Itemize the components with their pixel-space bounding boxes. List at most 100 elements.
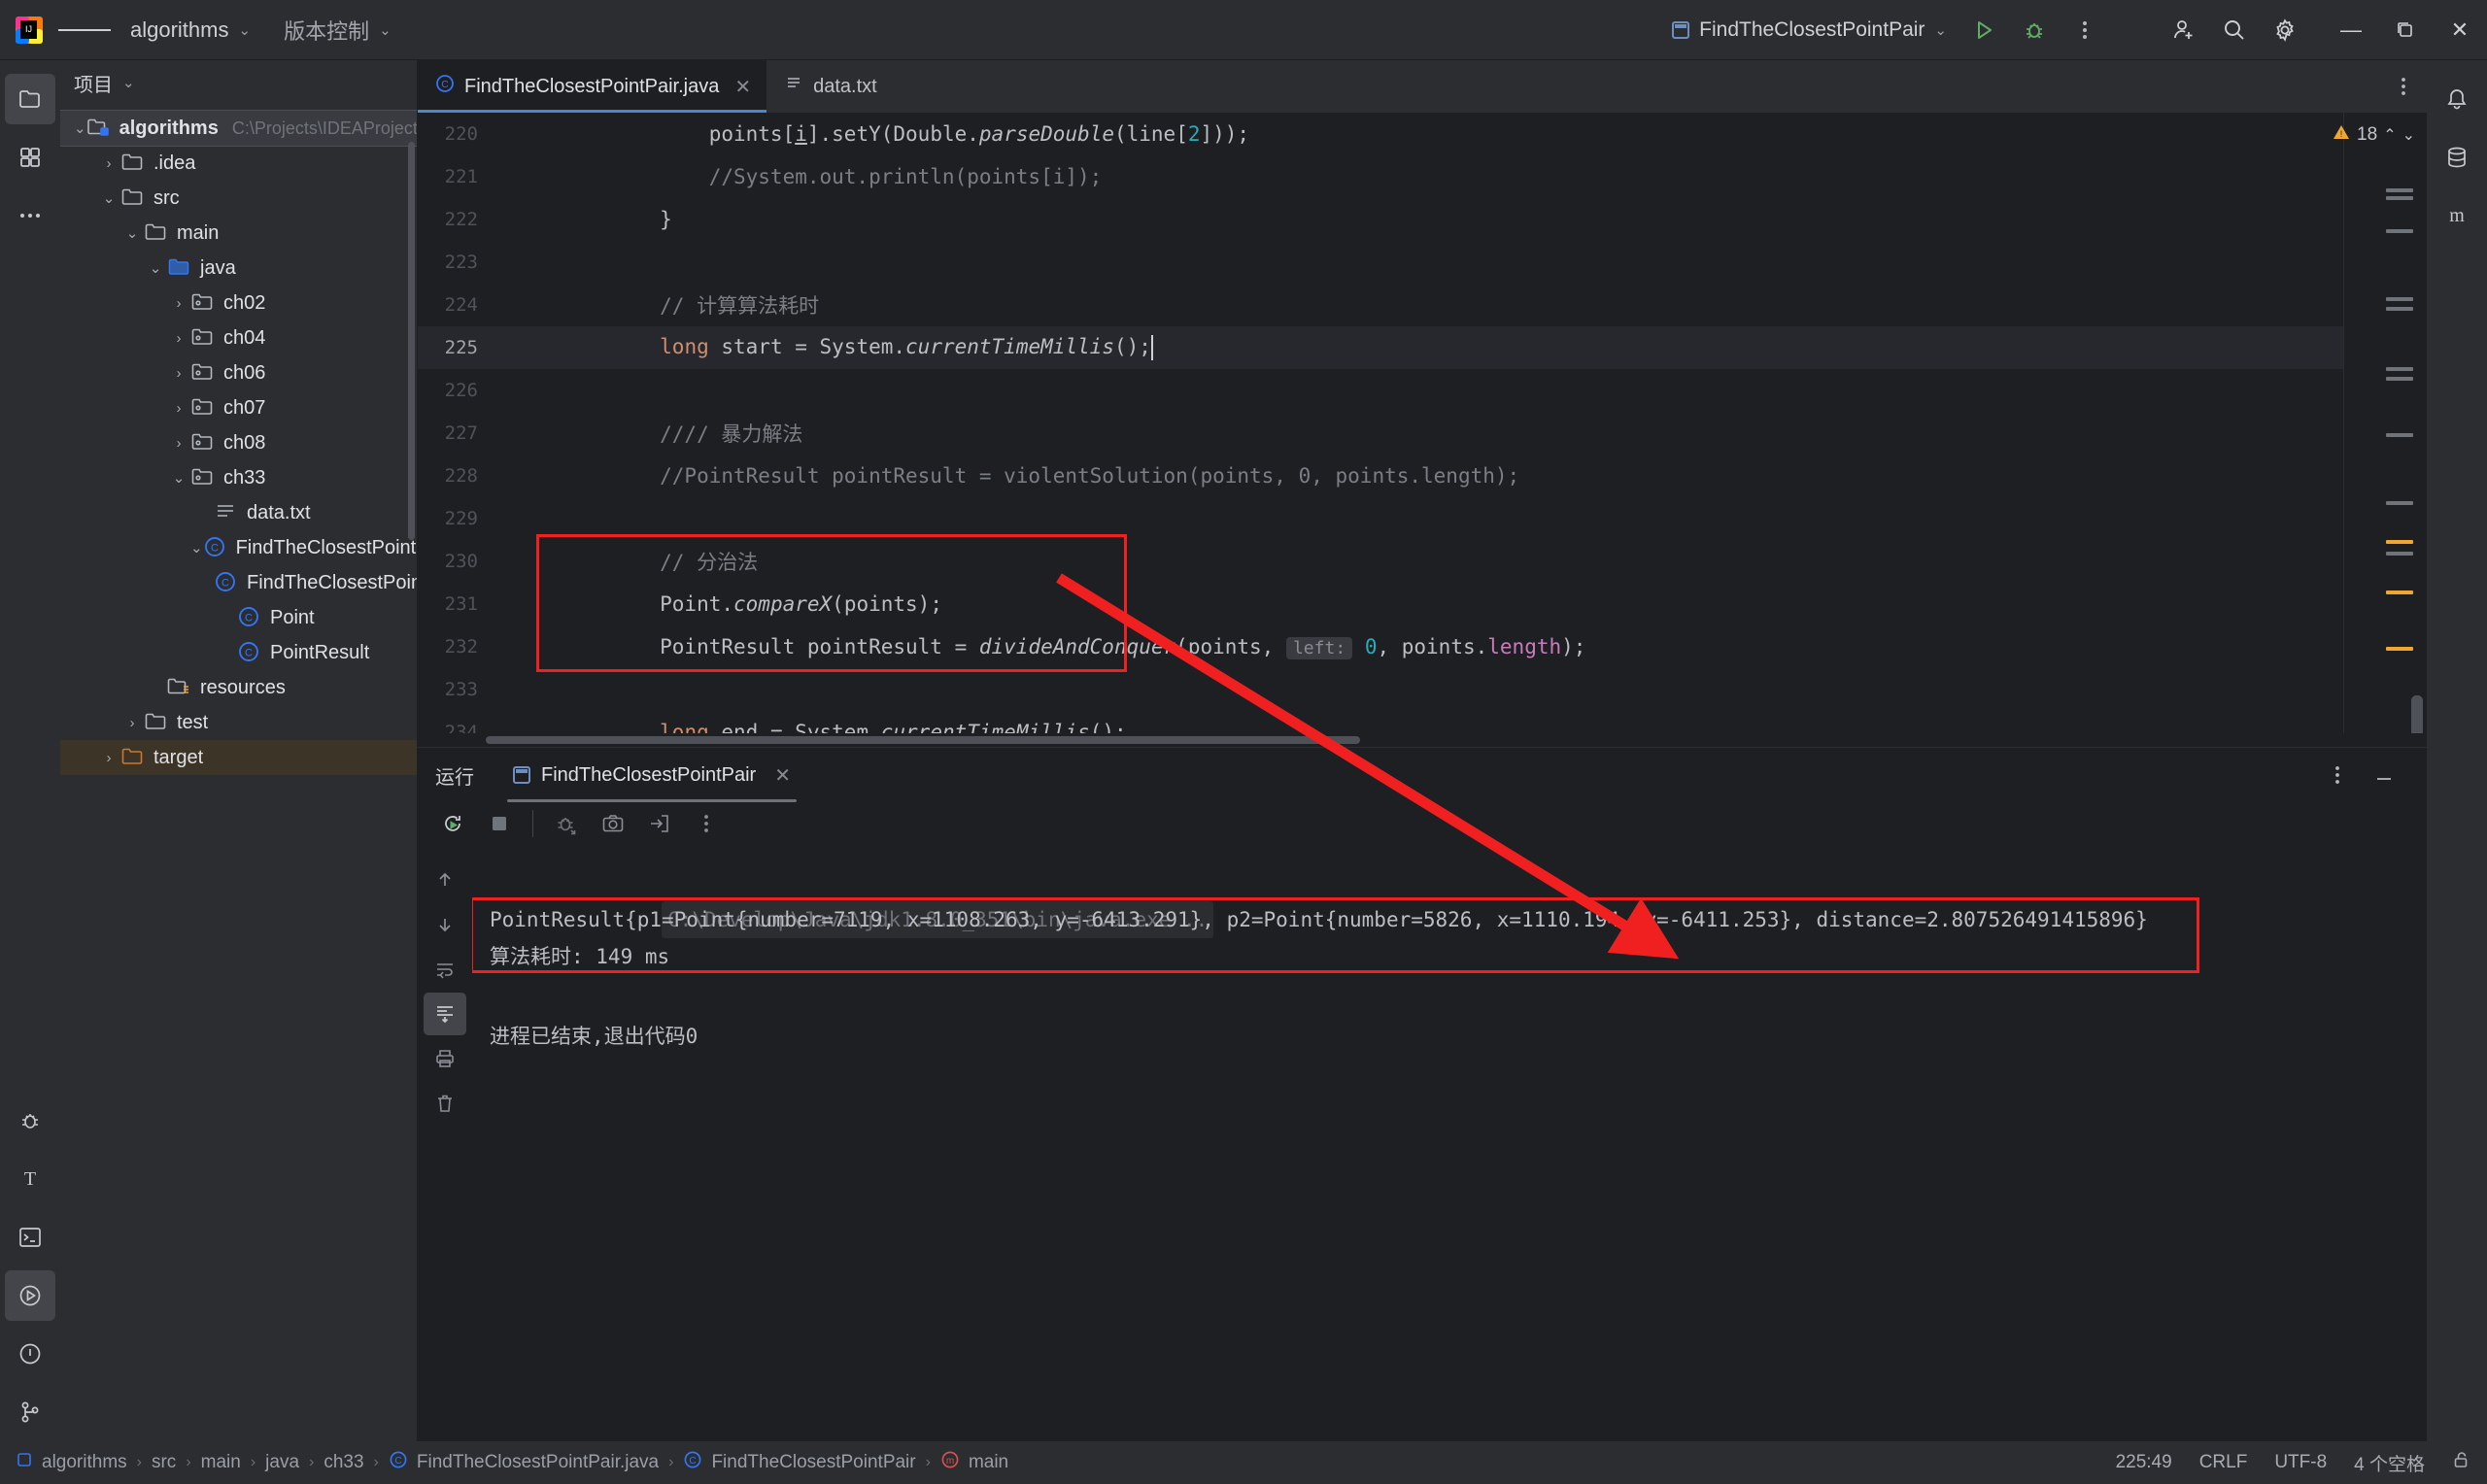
more-vertical-icon[interactable] <box>2380 60 2427 113</box>
code-line-226[interactable]: 226 <box>418 369 2343 412</box>
gear-icon[interactable] <box>2260 5 2310 55</box>
code-line-232[interactable]: 232 PointResult pointResult = divideAndC… <box>418 625 2343 668</box>
clear-all-button[interactable] <box>424 1082 466 1125</box>
tree-item-ch02[interactable]: › ch02 <box>60 286 417 320</box>
next-occurrence-button[interactable] <box>424 903 466 946</box>
soft-wrap-button[interactable] <box>424 948 466 991</box>
line-separator[interactable]: CRLF <box>2199 1452 2248 1473</box>
tree-item-FindTheClosestPointPair.java[interactable]: ⌄ C FindTheClosestPointPair.java <box>60 530 417 565</box>
code-line-233[interactable]: 233 <box>418 668 2343 711</box>
code-line-222[interactable]: 222 } <box>418 198 2343 241</box>
tree-item-java[interactable]: ⌄ java <box>60 251 417 286</box>
tree-item-ch33[interactable]: ⌄ ch33 <box>60 460 417 495</box>
console-output[interactable]: C:\Develop\Java\jdk1.8.0_351\bin\java.ex… <box>472 851 2427 1441</box>
vcs-selector[interactable]: 版本控制 ⌄ <box>270 9 405 51</box>
editor-tab-FindTheClosestPointPair[interactable]: C FindTheClosestPointPair.java ✕ <box>418 60 767 113</box>
code-line-228[interactable]: 228 //PointResult pointResult = violentS… <box>418 455 2343 497</box>
more-vertical-icon[interactable] <box>685 802 728 845</box>
tree-item-ch07[interactable]: › ch07 <box>60 390 417 425</box>
run-button[interactable] <box>1959 5 2009 55</box>
tree-item-ch04[interactable]: › ch04 <box>60 320 417 355</box>
tree-item-PointResult[interactable]: C PointResult <box>60 635 417 670</box>
close-icon[interactable]: ✕ <box>774 763 791 788</box>
code-line-224[interactable]: 224 // 计算算法耗时 <box>418 284 2343 326</box>
chevron-right-icon[interactable]: › <box>120 715 144 731</box>
chevron-right-icon[interactable]: › <box>167 295 190 312</box>
maven-icon[interactable]: m <box>2432 190 2482 241</box>
hide-panel-button[interactable] <box>2361 752 2407 798</box>
indent-setting[interactable]: 4 个空格 <box>2354 1450 2425 1476</box>
debug-tool-button[interactable] <box>5 1096 55 1146</box>
breadcrumb-item-algorithms[interactable]: algorithms <box>16 1451 127 1474</box>
hamburger-menu-icon[interactable] <box>58 25 111 34</box>
breadcrumb-item-main[interactable]: m main <box>940 1450 1008 1475</box>
breadcrumb[interactable]: algorithms › src › main › java › ch33 › C FindTheCl… <box>16 1450 1008 1475</box>
tree-item-FindTheClosestPointPair[interactable]: C FindTheClosestPointPair <box>60 565 417 600</box>
breadcrumb-item-java[interactable]: java <box>265 1452 299 1473</box>
chevron-down-icon[interactable]: ⌄ <box>144 259 167 277</box>
search-icon[interactable] <box>2209 5 2260 55</box>
chevron-down-icon[interactable]: ⌄ <box>120 224 144 242</box>
breadcrumb-item-main[interactable]: main <box>201 1452 241 1473</box>
editor-tab-data-txt[interactable]: data.txt <box>767 60 893 113</box>
close-button[interactable]: ✕ <box>2433 0 2487 60</box>
code-line-225[interactable]: 225 long start = System.currentTimeMilli… <box>418 326 2343 369</box>
tree-item-Point[interactable]: C Point <box>60 600 417 635</box>
chevron-right-icon[interactable]: › <box>167 400 190 417</box>
chevron-down-icon[interactable]: ⌄ <box>97 189 120 207</box>
code-line-231[interactable]: 231 Point.compareX(points); <box>418 583 2343 625</box>
chevron-up-icon[interactable]: ⌃ <box>2383 125 2396 145</box>
unlocked-icon[interactable] <box>2452 1450 2471 1475</box>
editor-horizontal-scrollbar[interactable] <box>418 733 2427 747</box>
code-lines-container[interactable]: 220 points[i].setY(Double.parseDouble(li… <box>418 113 2343 733</box>
tree-item-.idea[interactable]: › .idea <box>60 146 417 181</box>
tree-item-resources[interactable]: resources <box>60 670 417 705</box>
breadcrumb-item-FindTheClosestPointPair.java[interactable]: C FindTheClosestPointPair.java <box>389 1450 659 1475</box>
gutter-scrollbar-thumb[interactable] <box>2411 695 2423 733</box>
commit-tool-button[interactable] <box>5 132 55 183</box>
terminal-tool-button[interactable] <box>5 1212 55 1263</box>
more-vertical-icon[interactable] <box>2314 752 2361 798</box>
add-user-icon[interactable] <box>2159 5 2209 55</box>
inspection-gutter[interactable]: ! 18 ⌃ ⌄ <box>2334 113 2427 733</box>
more-tool-windows-icon[interactable] <box>5 190 55 241</box>
minimize-button[interactable]: — <box>2324 0 2378 60</box>
tree-item-test[interactable]: › test <box>60 705 417 740</box>
code-line-220[interactable]: 220 points[i].setY(Double.parseDouble(li… <box>418 113 2343 155</box>
camera-icon[interactable] <box>592 802 634 845</box>
chevron-right-icon[interactable]: › <box>167 330 190 347</box>
breadcrumb-item-FindTheClosestPointPair[interactable]: C FindTheClosestPointPair <box>683 1450 916 1475</box>
code-line-230[interactable]: 230 // 分治法 <box>418 540 2343 583</box>
todo-tool-button[interactable]: T <box>5 1154 55 1204</box>
tree-item-ch06[interactable]: › ch06 <box>60 355 417 390</box>
chevron-down-icon[interactable]: ⌄ <box>74 119 86 137</box>
project-tool-button[interactable] <box>5 74 55 124</box>
breadcrumb-item-src[interactable]: src <box>152 1452 176 1473</box>
tree-scrollbar-thumb[interactable] <box>408 142 415 540</box>
code-line-227[interactable]: 227 //// 暴力解法 <box>418 412 2343 455</box>
code-line-221[interactable]: 221 //System.out.println(points[i]); <box>418 155 2343 198</box>
caret-position[interactable]: 225:49 <box>2116 1452 2172 1473</box>
database-icon[interactable] <box>2432 132 2482 183</box>
tree-item-src[interactable]: ⌄ src <box>60 181 417 216</box>
scrollbar-thumb[interactable] <box>486 736 1360 744</box>
tree-item-data.txt[interactable]: data.txt <box>60 495 417 530</box>
tree-item-target[interactable]: › target <box>60 740 417 775</box>
print-button[interactable] <box>424 1037 466 1080</box>
chevron-right-icon[interactable]: › <box>167 365 190 382</box>
git-tool-button[interactable] <box>5 1387 55 1437</box>
run-tab-FindTheClosestPointPair[interactable]: FindTheClosestPointPair ✕ <box>499 757 804 802</box>
file-encoding[interactable]: UTF-8 <box>2274 1452 2327 1473</box>
code-line-234[interactable]: 234 long end = System.currentTimeMillis(… <box>418 711 2343 733</box>
problems-tool-button[interactable] <box>5 1329 55 1379</box>
stop-button[interactable] <box>478 802 521 845</box>
chevron-right-icon[interactable]: › <box>97 155 120 172</box>
inspection-summary[interactable]: ! 18 ⌃ ⌄ <box>2334 113 2427 148</box>
tree-item-algorithms[interactable]: ⌄ algorithms C:\Projects\IDEAProjects\algo… <box>60 110 417 147</box>
maximize-button[interactable] <box>2378 0 2433 60</box>
code-line-229[interactable]: 229 <box>418 497 2343 540</box>
previous-occurrence-button[interactable] <box>424 859 466 901</box>
project-panel-header[interactable]: 项目 ⌄ <box>60 60 417 105</box>
export-icon[interactable] <box>638 802 681 845</box>
code-line-223[interactable]: 223 <box>418 241 2343 284</box>
